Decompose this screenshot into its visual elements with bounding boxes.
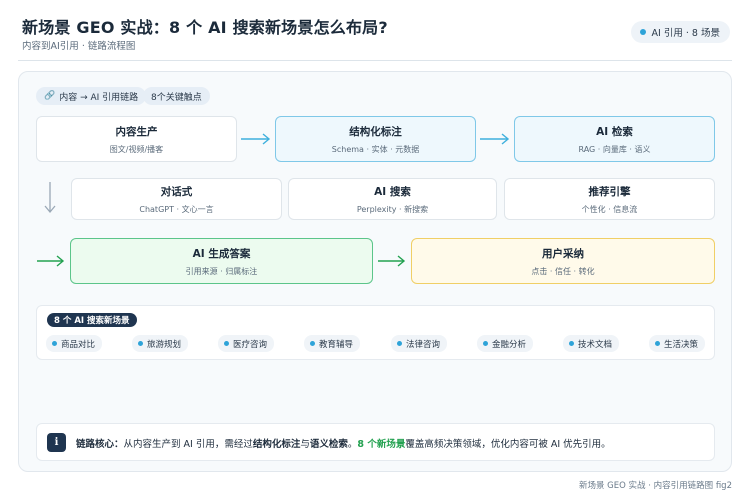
node-title: 结构化标注	[349, 125, 402, 138]
arrow-right-icon	[378, 255, 406, 267]
node-title: AI 搜索	[374, 185, 411, 198]
scene-chip: 教育辅导	[304, 335, 361, 352]
node-title: 推荐引擎	[588, 185, 631, 198]
scene-chip: 法律咨询	[391, 335, 448, 352]
header-divider	[18, 60, 732, 61]
scene-label: 医疗咨询	[233, 339, 268, 350]
node-ai-retrieval: AI 检索 RAG · 向量库 · 语义	[514, 116, 715, 162]
core-part2: 与	[300, 439, 310, 450]
scene-count-badge: AI 引用 · 8 场景	[630, 21, 730, 43]
node-subtitle: ChatGPT · 文心一言	[139, 204, 214, 214]
core-part4: 覆盖高频决策领域，优化内容可被 AI 优先引用。	[405, 439, 611, 450]
node-title: 对话式	[160, 185, 193, 198]
dot-icon	[483, 341, 488, 346]
scene-chip: 技术文档	[563, 335, 620, 352]
figure-caption: 新场景 GEO 实战 · 内容引用链路图 fig2	[578, 481, 732, 491]
dot-icon	[224, 341, 229, 346]
node-conversational: 对话式 ChatGPT · 文心一言	[71, 178, 282, 220]
dot-icon	[397, 341, 402, 346]
core-highlight: 8 个新场景	[357, 439, 406, 450]
node-title: AI 检索	[596, 125, 633, 138]
core-bold2: 语义检索	[309, 439, 348, 450]
node-subtitle: Schema · 实体 · 元数据	[331, 144, 420, 154]
arrow-down-icon	[44, 182, 56, 214]
scene-count-badge-label: AI 引用 · 8 场景	[651, 28, 720, 39]
node-subtitle: 图文/视频/播客	[109, 144, 164, 154]
scene-label: 法律咨询	[406, 339, 441, 350]
core-part1: 从内容生产到 AI 引用，需经过	[123, 439, 253, 450]
node-ai-search: AI 搜索 Perplexity · 新搜索	[288, 178, 497, 220]
core-part3: 。	[347, 439, 358, 450]
dot-icon	[138, 341, 143, 346]
touchpoints-chip: 8个关键触点	[143, 87, 210, 105]
core-bold1: 结构化标注	[252, 439, 301, 450]
node-ai-generated-answer: AI 生成答案 引用来源 · 归属标注	[70, 238, 373, 284]
page-subtitle: 内容到AI引用 · 链路流程图	[22, 41, 136, 52]
arrow-right-icon	[241, 133, 271, 145]
arrow-right-icon	[37, 255, 65, 267]
dot-icon	[310, 341, 315, 346]
chain-chip-label: 内容 → AI 引用链路	[59, 92, 139, 103]
scene-label: 技术文档	[578, 339, 613, 350]
node-title: 内容生产	[115, 125, 158, 138]
scene-label: 生活决策	[664, 339, 699, 350]
node-structured-markup: 结构化标注 Schema · 实体 · 元数据	[275, 116, 476, 162]
node-user-adoption: 用户采纳 点击 · 信任 · 转化	[411, 238, 715, 284]
scene-chip: 医疗咨询	[218, 335, 275, 352]
page-title: 新场景 GEO 实战：8 个 AI 搜索新场景怎么布局?	[22, 18, 388, 37]
arrow-right-icon	[480, 133, 510, 145]
link-icon: 🔗	[44, 91, 56, 101]
chain-chip: 🔗 内容 → AI 引用链路	[36, 87, 147, 105]
touchpoints-chip-label: 8个关键触点	[151, 92, 202, 103]
dot-icon	[569, 341, 574, 346]
scene-label: 教育辅导	[319, 339, 354, 350]
scene-chip: 旅游规划	[132, 335, 189, 352]
scene-chip: 生活决策	[649, 335, 706, 352]
core-lead: 链路核心：	[76, 439, 124, 450]
info-icon: i	[47, 433, 66, 452]
dot-icon	[52, 341, 57, 346]
node-recommendation-engine: 推荐引擎 个性化 · 信息流	[504, 178, 715, 220]
node-subtitle: 引用来源 · 归属标注	[185, 266, 258, 276]
scene-chip: 金融分析	[477, 335, 534, 352]
dot-icon	[639, 29, 646, 35]
scene-label: 旅游规划	[147, 339, 182, 350]
core-note-text: 链路核心：从内容生产到 AI 引用，需经过结构化标注与语义检索。8 个新场景覆盖…	[76, 436, 611, 450]
node-title: 用户采纳	[542, 247, 584, 260]
scenes-tag: 8 个 AI 搜索新场景	[47, 313, 137, 327]
node-subtitle: 个性化 · 信息流	[581, 204, 638, 214]
scene-label: 商品对比	[61, 339, 96, 350]
node-content-production: 内容生产 图文/视频/播客	[36, 116, 237, 162]
node-subtitle: 点击 · 信任 · 转化	[531, 266, 595, 276]
node-subtitle: RAG · 向量库 · 语义	[578, 144, 651, 154]
dot-icon	[655, 341, 660, 346]
scene-chip: 商品对比	[46, 335, 103, 352]
node-title: AI 生成答案	[192, 247, 251, 260]
scene-label: 金融分析	[492, 339, 527, 350]
node-subtitle: Perplexity · 新搜索	[356, 204, 429, 214]
